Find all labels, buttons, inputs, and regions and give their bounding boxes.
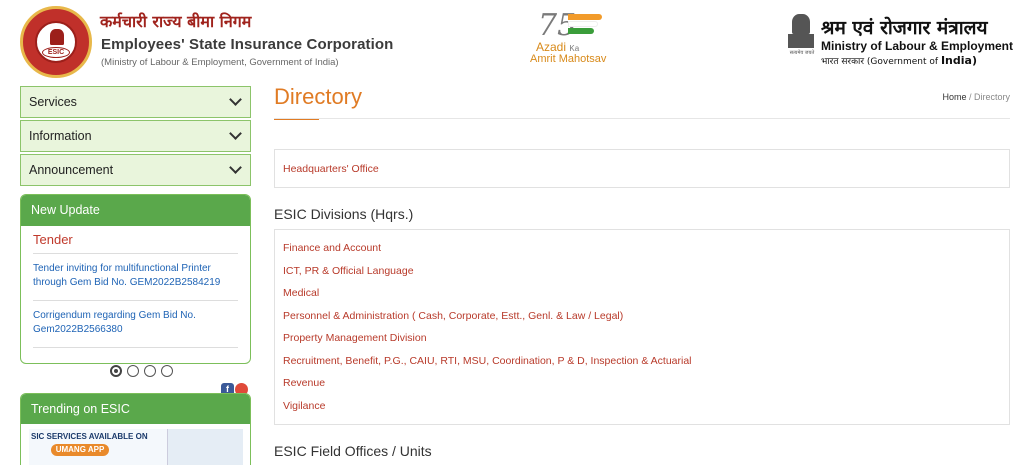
accordion-information[interactable]: Information	[20, 120, 251, 152]
ministry-subtitle: भारत सरकार (Government of India)	[821, 54, 977, 67]
news-item[interactable]: Corrigendum regarding Gem Bid No. Gem202…	[33, 301, 238, 348]
ministry-sub: (Government of	[866, 57, 939, 67]
division-link[interactable]: Revenue	[283, 377, 1001, 400]
org-name-hindi: कर्मचारी राज्य बीमा निगम	[100, 12, 252, 31]
accordion-announcement[interactable]: Announcement	[20, 154, 251, 186]
new-update-title: New Update	[21, 195, 250, 226]
trending-panel: Trending on ESIC SIC SERVICES AVAILABLE …	[20, 393, 251, 465]
umang-banner[interactable]: SIC SERVICES AVAILABLE ON UMANG APP	[29, 429, 243, 465]
azadi-text: Azadi	[536, 40, 567, 54]
umang-app-badge: UMANG APP	[51, 444, 109, 456]
azadi-ka-amrit-mahotsav-logo: 75 Azadi Ka Amrit Mahotsav	[530, 8, 630, 68]
divisions-list: Finance and Account ICT, PR & Official L…	[274, 229, 1010, 425]
banner-text: SIC SERVICES AVAILABLE ON	[31, 432, 148, 441]
banner-thumbnail	[167, 429, 243, 465]
new-update-panel: New Update Tender Tender inviting for mu…	[20, 194, 251, 364]
accordion-label: Services	[29, 95, 77, 109]
division-link[interactable]: ICT, PR & Official Language	[283, 265, 1001, 288]
accordion-label: Announcement	[29, 163, 114, 177]
breadcrumb-home[interactable]: Home	[942, 92, 966, 102]
carousel-pagination	[110, 365, 173, 377]
divisions-heading: ESIC Divisions (Hqrs.)	[274, 206, 414, 222]
carousel-dot[interactable]	[144, 365, 156, 377]
page-title: Directory	[274, 84, 363, 109]
org-subtitle: (Ministry of Labour & Employment, Govern…	[101, 57, 339, 68]
carousel-dot[interactable]	[110, 365, 122, 377]
division-link[interactable]: Finance and Account	[283, 242, 1001, 265]
ministry-logo: सत्यमेव जयते श्रम एवं रोजगार मंत्रालय Mi…	[785, 12, 1015, 72]
chevron-down-icon	[229, 161, 242, 174]
carousel-dot[interactable]	[127, 365, 139, 377]
division-link[interactable]: Personnel & Administration ( Cash, Corpo…	[283, 310, 1001, 333]
site-header: ESIC कर्मचारी राज्य बीमा निगम Employees'…	[0, 0, 1024, 80]
hq-box: Headquarters' Office	[274, 149, 1010, 188]
division-link[interactable]: Medical	[283, 287, 1001, 310]
ministry-name-hindi: श्रम एवं रोजगार मंत्रालय	[821, 17, 988, 39]
tender-heading: Tender	[33, 232, 238, 254]
sidebar: Services Information Announcement New Up…	[20, 86, 251, 364]
national-emblem-icon: सत्यमेव जयते	[785, 14, 817, 60]
esic-logo[interactable]: ESIC	[20, 6, 92, 78]
ministry-name: Ministry of Labour & Employment	[821, 39, 1014, 53]
division-link[interactable]: Recruitment, Benefit, P.G., CAIU, RTI, M…	[283, 355, 1001, 378]
tricolor-flag-icon	[568, 14, 606, 36]
breadcrumb: Home / Directory	[942, 92, 1010, 102]
headquarters-link[interactable]: Headquarters' Office	[283, 163, 1001, 175]
lamp-icon	[50, 29, 64, 45]
chevron-down-icon	[229, 127, 242, 140]
division-link[interactable]: Vigilance	[283, 400, 1001, 423]
ministry-sub-hindi: भारत सरकार	[821, 57, 865, 67]
trending-title: Trending on ESIC	[21, 394, 250, 424]
news-item[interactable]: Tender inviting for multifunctional Prin…	[33, 254, 238, 301]
ka-text: Ka	[569, 44, 580, 53]
emblem-caption: सत्यमेव जयते	[789, 50, 815, 56]
main-content: Directory Home / Directory Headquarters'…	[274, 84, 1010, 459]
amrit-mahotsav-text: Amrit Mahotsav	[530, 53, 607, 65]
ministry-sub-bold: India)	[940, 54, 977, 67]
breadcrumb-current: Directory	[973, 92, 1010, 102]
org-name: Employees' State Insurance Corporation	[101, 36, 394, 53]
carousel-dot[interactable]	[161, 365, 173, 377]
accordion-services[interactable]: Services	[20, 86, 251, 118]
accordion-label: Information	[29, 129, 92, 143]
chevron-down-icon	[229, 93, 242, 106]
logo-label: ESIC	[42, 47, 70, 58]
division-link[interactable]: Property Management Division	[283, 332, 1001, 355]
field-offices-heading: ESIC Field Offices / Units	[274, 443, 432, 459]
